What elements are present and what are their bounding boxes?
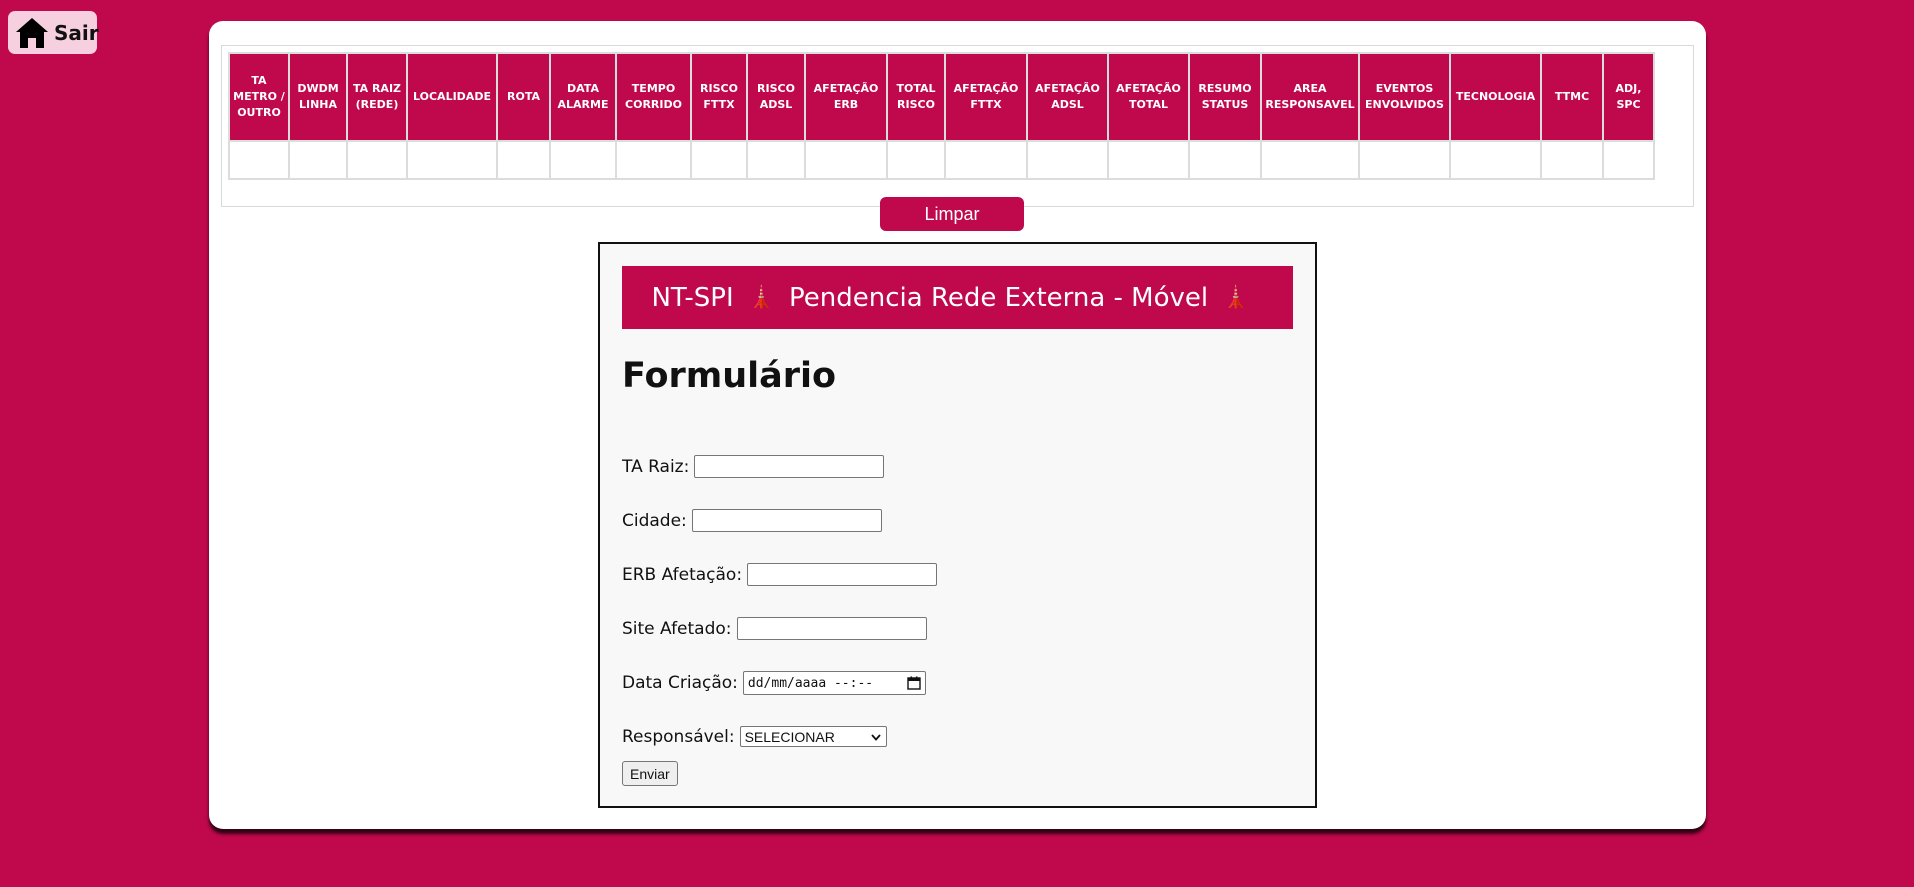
table-cell [230,142,288,178]
column-header: RESUMO STATUS [1190,54,1260,140]
site-afetado-input[interactable] [736,617,927,640]
table-cell [551,142,615,178]
submit-button[interactable]: Enviar [622,761,678,786]
column-header: LOCALIDADE [408,54,496,140]
chevron-down-icon [870,733,881,741]
column-header: AFETAÇÃO ERB [806,54,886,140]
erb-afetacao-label: ERB Afetação: [622,564,743,585]
column-header: ROTA [498,54,549,140]
form-banner: NT-SPI 🗼 Pendencia Rede Externa - Móvel … [622,266,1293,329]
column-header: AREA RESPONSAVEL [1262,54,1358,140]
tower-icon: 🗼 [1222,285,1250,310]
cidade-row: Cidade: [622,509,882,532]
main-card: TA METRO / OUTRO DWDM LINHA TA RAIZ (RED… [209,21,1706,829]
data-criacao-input[interactable]: dd/mm/aaaa --:-- [742,671,926,695]
table-cell [1542,142,1602,178]
tower-icon: 🗼 [747,285,776,310]
pending-table-container: TA METRO / OUTRO DWDM LINHA TA RAIZ (RED… [221,45,1694,207]
data-criacao-row: Data Criação: dd/mm/aaaa --:-- [622,671,926,695]
column-header: RISCO ADSL [748,54,804,140]
exit-button-label: Sair [54,20,99,45]
ta-raiz-input[interactable] [694,455,885,478]
banner-title: Pendencia Rede Externa - Móvel [789,282,1209,313]
column-header: AFETAÇÃO TOTAL [1109,54,1188,140]
table-cell [617,142,690,178]
table-header-row: TA METRO / OUTRO DWDM LINHA TA RAIZ (RED… [230,54,1653,140]
table-cell [1360,142,1449,178]
table-cell [748,142,804,178]
table-cell [692,142,746,178]
ta-raiz-label: TA Raiz: [622,456,690,477]
ta-raiz-row: TA Raiz: [622,455,885,478]
column-header: TEMPO CORRIDO [617,54,690,140]
table-cell [1028,142,1107,178]
column-header: TTMC [1542,54,1602,140]
responsavel-label: Responsável: [622,726,735,747]
erb-afetacao-input[interactable] [747,563,938,586]
table-cell [498,142,549,178]
responsavel-row: Responsável: SELECIONAR [622,726,887,747]
clear-button[interactable]: Limpar [880,197,1024,231]
table-cell [408,142,496,178]
table-cell [1109,142,1188,178]
column-header: AFETAÇÃO ADSL [1028,54,1107,140]
table-cell [290,142,346,178]
column-header: DWDM LINHA [290,54,346,140]
erb-afetacao-row: ERB Afetação: [622,563,938,586]
banner-prefix: NT-SPI [651,282,734,313]
table-cell [1190,142,1260,178]
table-cell [1451,142,1540,178]
exit-button[interactable]: Sair [8,11,99,54]
column-header: DATA ALARME [551,54,615,140]
data-criacao-placeholder: dd/mm/aaaa --:-- [747,675,874,691]
table-cell [888,142,944,178]
column-header: RISCO FTTX [692,54,746,140]
site-afetado-label: Site Afetado: [622,618,732,639]
column-header: ADJ, SPC [1604,54,1653,140]
responsavel-select[interactable]: SELECIONAR [739,726,887,747]
data-criacao-label: Data Criação: [622,673,738,693]
table-cell [806,142,886,178]
column-header: EVENTOS ENVOLVIDOS [1360,54,1449,140]
table-cell [1262,142,1358,178]
form-heading: Formulário [622,356,837,396]
column-header: TA RAIZ (REDE) [348,54,406,140]
table-cell [1604,142,1653,178]
column-header: TOTAL RISCO [888,54,944,140]
table-row [230,142,1653,178]
form-panel: NT-SPI 🗼 Pendencia Rede Externa - Móvel … [598,242,1317,808]
column-header: TA METRO / OUTRO [230,54,288,140]
calendar-icon[interactable] [907,676,921,690]
column-header: TECNOLOGIA [1451,54,1540,140]
responsavel-selected: SELECIONAR [744,728,835,745]
pending-table: TA METRO / OUTRO DWDM LINHA TA RAIZ (RED… [228,52,1655,180]
table-cell [348,142,406,178]
column-header: AFETAÇÃO FTTX [946,54,1026,140]
cidade-input[interactable] [691,509,882,532]
table-cell [946,142,1026,178]
home-icon [14,15,50,51]
cidade-label: Cidade: [622,510,687,531]
site-afetado-row: Site Afetado: [622,617,927,640]
